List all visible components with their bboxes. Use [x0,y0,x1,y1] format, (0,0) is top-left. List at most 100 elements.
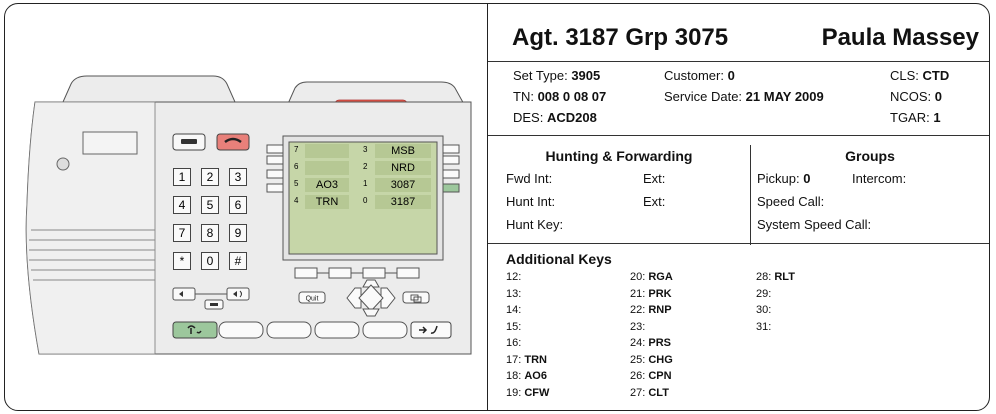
card-frame: Quit 1 2 3 4 5 6 7 8 9 * 0 # 7 6 5 AO3 4 TRN 3 MSB 2 NRD 1 30… [4,3,990,411]
hunt-ext: Ext: [643,194,666,209]
additional-key-row: 21: PRK [630,288,672,302]
dial-keypad: 1 2 3 4 5 6 7 8 9 * 0 # [173,168,253,278]
keypad-key[interactable]: 3 [229,168,247,186]
additional-key-row: 30: [756,304,771,318]
divider [488,135,989,136]
lcd-key-number: 0 [363,196,368,205]
agent-info-panel: Agt. 3187 Grp 3075 Paula Massey Set Type… [488,4,989,410]
key-number: 14: [506,304,522,316]
additional-key-row: 27: CLT [630,387,669,401]
pickup: Pickup: 0 [757,171,811,186]
lcd-key-left: 4 TRN [291,195,361,210]
keypad-key[interactable]: 0 [201,252,219,270]
key-number: 18: [506,370,522,382]
key-number: 12: [506,271,522,283]
key-number: 31: [756,320,772,333]
additional-key-row: 18: AO6 [506,370,547,384]
key-number: 22: [630,304,646,316]
key-number: 16: [506,337,522,349]
keypad-key[interactable]: 5 [201,196,219,214]
lcd-key-number: 7 [294,145,299,154]
key-number: 17: [506,353,522,366]
lcd-key-right: 3 MSB [363,144,435,159]
quit-label: Quit [306,296,319,303]
additional-key-row: 20: RGA [630,271,673,285]
key-function: RLT [774,271,795,283]
lcd-key-label [305,144,349,158]
lcd-key-number: 3 [363,145,368,154]
key-number: 27: [630,386,646,399]
key-number: 25: [630,353,646,366]
keypad-key[interactable]: # [229,252,247,270]
release-button [216,133,250,151]
key-function: CPN [648,370,672,382]
bottom-key-1 [218,321,264,339]
additional-key-row: 25: CHG [630,354,673,368]
key-number: 23: [630,320,646,333]
key-function: TRN [524,353,547,366]
key-number: 13: [506,287,522,300]
key-number: 19: [506,386,522,399]
keypad-key[interactable]: 2 [201,168,219,186]
volume-up-button [226,287,250,301]
key-function: CFW [524,386,550,399]
additional-key-row: 13: [506,288,521,302]
bottom-key-2 [266,321,312,339]
tgar: TGAR: 1 [890,110,941,125]
lcd-key-label: 3087 [375,178,431,192]
keypad-key[interactable]: 6 [229,196,247,214]
keypad-key[interactable]: 9 [229,224,247,242]
key-number: 28: [756,271,772,283]
key-function: RGA [648,271,673,283]
lcd-key-label: AO3 [305,178,349,192]
key-number: 26: [630,370,646,382]
lcd-key-label [305,161,349,175]
agent-title: Agt. 3187 Grp 3075 [512,24,729,51]
hunting-title: Hunting & Forwarding [545,148,693,164]
lcd-key-number: 5 [294,179,299,188]
bottom-key-3 [314,321,360,339]
lcd-key-number: 6 [294,162,299,171]
key-number: 24: [630,337,646,349]
additional-key-row: 24: PRS [630,337,671,351]
lcd-key-label: 3187 [375,195,431,209]
hunt-int: Hunt Int: [506,194,556,209]
key-number: 20: [630,271,646,283]
lcd-key-number: 1 [363,179,368,188]
key-number: 21: [630,287,646,300]
lcd-key-right: 0 3187 [363,195,435,210]
agent-name: Paula Massey [821,24,979,51]
additional-key-row: 31: [756,321,771,335]
additional-key-row: 22: RNP [630,304,672,318]
additional-key-row: 28: RLT [756,271,795,285]
key-function: PRK [648,287,672,300]
lcd-key-label: NRD [375,161,431,175]
additional-key-row: 12: [506,271,521,285]
set-type: Set Type: 3905 [513,68,601,83]
divider [488,61,989,62]
keypad-key[interactable]: 7 [173,224,191,242]
key-function: CLT [648,386,669,399]
lcd-key-right: 1 3087 [363,178,435,193]
additional-key-row: 14: [506,304,521,318]
cls: CLS: CTD [890,68,950,83]
volume-down-button [172,287,196,301]
service-date: Service Date: 21 MAY 2009 [664,89,824,104]
lcd-key-right: 2 NRD [363,161,435,176]
keypad-key[interactable]: * [173,252,191,270]
des: DES: ACD208 [513,110,597,125]
lcd-key-label: TRN [305,195,349,209]
additional-key-row: 16: [506,337,521,351]
groups-title: Groups [845,148,895,164]
phone-panel: Quit 1 2 3 4 5 6 7 8 9 * 0 # 7 6 5 AO3 4 TRN 3 MSB 2 NRD 1 30… [5,4,488,410]
keypad-key[interactable]: 4 [173,196,191,214]
keypad-key[interactable]: 1 [173,168,191,186]
system-speed-call: System Speed Call: [757,217,872,232]
lcd-key-label: MSB [375,144,431,158]
tn: TN: 008 0 08 07 [513,89,607,104]
key-number: 30: [756,304,772,316]
headset-button [172,321,218,339]
key-number: 29: [756,287,772,300]
keypad-key[interactable]: 8 [201,224,219,242]
additional-key-row: 29: [756,288,771,302]
